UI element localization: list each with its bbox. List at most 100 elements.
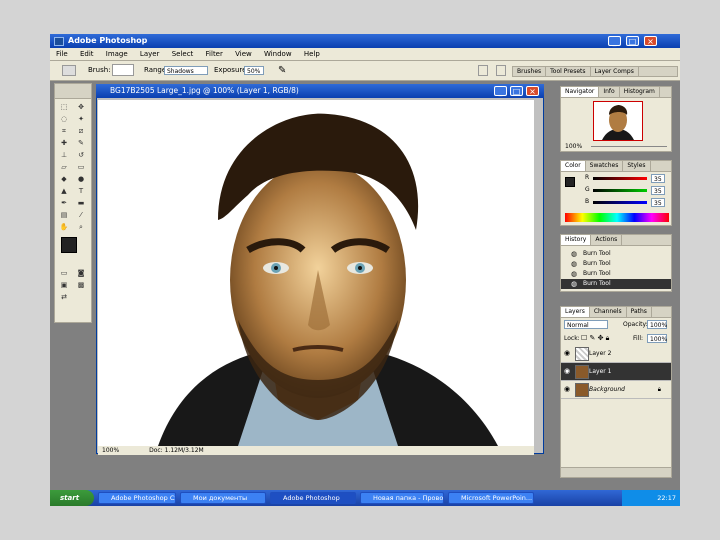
tab-layers[interactable]: Layers — [561, 307, 590, 317]
minimize-button[interactable]: _ — [608, 36, 621, 46]
menu-view[interactable]: View — [235, 50, 252, 58]
lock-icons[interactable]: ☐ ✎ ✥ 🔒︎ — [581, 334, 609, 343]
crop-tool-icon[interactable]: ⌗ — [57, 126, 71, 136]
history-item[interactable]: ◍ Burn Tool — [561, 249, 671, 259]
channel-r-slider[interactable] — [593, 177, 647, 180]
taskbar-item[interactable]: Adobe Photoshop CS... — [98, 492, 176, 504]
palette-tab-brushes[interactable]: Brushes — [513, 67, 547, 77]
tab-paths[interactable]: Paths — [627, 307, 652, 317]
screen-mode-standard-icon[interactable]: ▣ — [57, 280, 71, 290]
navigator-zoom[interactable]: 100% — [565, 143, 582, 150]
close-button[interactable]: × — [644, 36, 657, 46]
channel-g-label: G — [585, 186, 590, 193]
healing-brush-tool-icon[interactable]: ✚ — [57, 138, 71, 148]
lasso-tool-icon[interactable]: ◌ — [57, 114, 71, 124]
palette-tab-layer-comps[interactable]: Layer Comps — [591, 67, 639, 77]
range-select[interactable]: Shadows — [164, 66, 208, 75]
tab-styles[interactable]: Styles — [623, 161, 651, 171]
zoom-tool-icon[interactable]: ⌕ — [74, 222, 88, 232]
tab-swatches[interactable]: Swatches — [586, 161, 624, 171]
menu-select[interactable]: Select — [172, 50, 194, 58]
fill-input[interactable]: 100% — [647, 334, 667, 343]
start-button[interactable]: start — [50, 490, 94, 506]
quick-mask-mode-icon[interactable]: ◙ — [74, 268, 88, 278]
taskbar-item-active[interactable]: Adobe Photoshop — [270, 492, 356, 504]
layer-row-selected[interactable]: ◉ Layer 1 — [561, 363, 671, 381]
layer-row[interactable]: ◉ Background 🔒︎ — [561, 381, 671, 399]
clock[interactable]: 22:17 — [657, 494, 676, 502]
marquee-tool-icon[interactable]: ⬚ — [57, 102, 71, 112]
magic-wand-tool-icon[interactable]: ✦ — [74, 114, 88, 124]
notes-tool-icon[interactable]: ▤ — [57, 210, 71, 220]
menu-edit[interactable]: Edit — [80, 50, 94, 58]
visibility-eye-icon[interactable]: ◉ — [564, 345, 570, 362]
document-canvas[interactable]: Englishway.com — [98, 100, 534, 446]
menu-file[interactable]: File — [56, 50, 68, 58]
burn-tool-icon[interactable]: ● — [74, 174, 88, 184]
channel-b-slider[interactable] — [593, 201, 647, 204]
menu-window[interactable]: Window — [264, 50, 292, 58]
brush-tool-icon[interactable]: ✎ — [74, 138, 88, 148]
tab-info[interactable]: Info — [599, 87, 620, 97]
navigator-zoom-slider[interactable] — [591, 146, 667, 147]
opacity-input[interactable]: 100% — [647, 320, 667, 329]
tab-actions[interactable]: Actions — [591, 235, 623, 245]
channel-b-input[interactable]: 35 — [651, 198, 665, 207]
type-tool-icon[interactable]: T — [74, 186, 88, 196]
history-item[interactable]: ◍ Burn Tool — [561, 259, 671, 269]
maximize-button[interactable]: □ — [626, 36, 639, 46]
tab-navigator[interactable]: Navigator — [561, 87, 600, 97]
layer-row[interactable]: ◉ Layer 2 — [561, 345, 671, 363]
tab-color[interactable]: Color — [561, 161, 586, 171]
blend-mode-select[interactable]: Normal — [564, 320, 608, 329]
blur-tool-icon[interactable]: ◆ — [57, 174, 71, 184]
history-item[interactable]: ◍ Burn Tool — [561, 269, 671, 279]
tab-channels[interactable]: Channels — [590, 307, 627, 317]
standard-mode-icon[interactable]: ▭ — [57, 268, 71, 278]
slice-tool-icon[interactable]: ⧄ — [74, 126, 88, 136]
menu-image[interactable]: Image — [106, 50, 128, 58]
tab-histogram[interactable]: Histogram — [620, 87, 660, 97]
airbrush-icon[interactable]: ✎ — [278, 65, 286, 76]
foreground-color-swatch[interactable] — [61, 237, 77, 253]
channel-g-input[interactable]: 35 — [651, 186, 665, 195]
exposure-input[interactable]: 50% — [244, 66, 264, 75]
history-item-selected[interactable]: ◍ Burn Tool — [561, 279, 671, 289]
taskbar-item[interactable]: Новая папка - Прово... — [360, 492, 444, 504]
eraser-tool-icon[interactable]: ▱ — [57, 162, 71, 172]
visibility-eye-icon[interactable]: ◉ — [564, 363, 570, 380]
history-brush-tool-icon[interactable]: ↺ — [74, 150, 88, 160]
channel-g-slider[interactable] — [593, 189, 647, 192]
move-tool-icon[interactable]: ✥ — [74, 102, 88, 112]
path-selection-tool-icon[interactable]: ▲ — [57, 186, 71, 196]
menu-help[interactable]: Help — [304, 50, 320, 58]
burn-tool-preset-icon[interactable] — [62, 65, 76, 76]
doc-maximize-button[interactable]: □ — [510, 86, 523, 96]
brush-picker[interactable] — [112, 64, 134, 76]
color-spectrum-bar[interactable] — [565, 213, 669, 222]
screen-mode-full-icon[interactable]: ▩ — [74, 280, 88, 290]
doc-size[interactable]: Doc: 1.12M/3.12M — [149, 447, 204, 454]
file-browser-icon[interactable] — [478, 65, 488, 76]
doc-close-button[interactable]: × — [526, 86, 539, 96]
menu-filter[interactable]: Filter — [206, 50, 223, 58]
visibility-eye-icon[interactable]: ◉ — [564, 381, 570, 398]
clone-stamp-tool-icon[interactable]: ⊥ — [57, 150, 71, 160]
shape-tool-icon[interactable]: ▬ — [74, 198, 88, 208]
color-foreground-swatch[interactable] — [565, 177, 575, 187]
doc-minimize-button[interactable]: _ — [494, 86, 507, 96]
gradient-tool-icon[interactable]: ▭ — [74, 162, 88, 172]
zoom-level[interactable]: 100% — [102, 447, 119, 454]
palette-tab-tool-presets[interactable]: Tool Presets — [546, 67, 591, 77]
pen-tool-icon[interactable]: ✒ — [57, 198, 71, 208]
hand-tool-icon[interactable]: ✋ — [57, 222, 71, 232]
menu-layer[interactable]: Layer — [140, 50, 160, 58]
palette-well-icon[interactable] — [496, 65, 506, 76]
navigator-thumbnail[interactable] — [593, 101, 643, 141]
taskbar-item[interactable]: Microsoft PowerPoin... — [448, 492, 534, 504]
channel-r-input[interactable]: 35 — [651, 174, 665, 183]
tab-history[interactable]: History — [561, 235, 592, 245]
eyedropper-tool-icon[interactable]: ⁄ — [74, 210, 88, 220]
taskbar-item[interactable]: Мои документы — [180, 492, 266, 504]
jump-to-imageready-icon[interactable]: ⇄ — [57, 292, 71, 302]
